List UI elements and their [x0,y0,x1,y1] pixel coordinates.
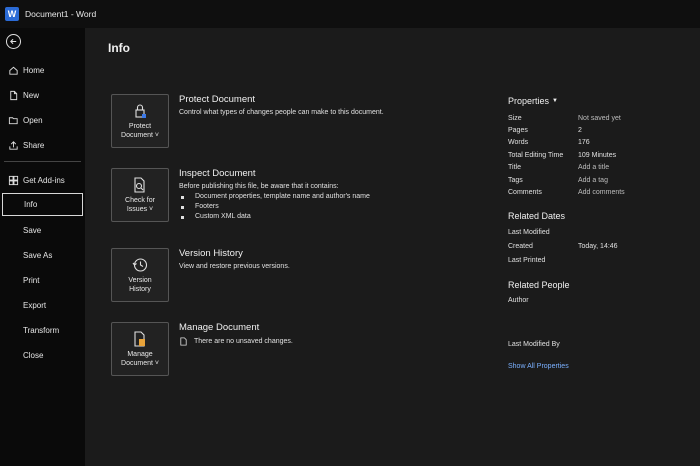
section-description: There are no unsaved changes. [194,338,293,345]
sidebar-item-label: Home [23,65,45,75]
manage-document-button[interactable]: Manage Document ˅ [111,322,169,376]
home-icon [7,64,19,76]
tile-label-line1: Check for [125,197,155,204]
property-key: Total Editing Time [508,152,564,159]
inspect-bullet-list: Document properties, template name and a… [179,193,459,220]
property-key: Title [508,164,521,171]
property-key: Last Modified [508,229,550,236]
sidebar-item-label: New [23,90,40,100]
sidebar-item-label: Save As [23,250,53,260]
property-key: Words [508,139,529,146]
sidebar-item-save[interactable]: Save [0,219,85,241]
section-text: Version History View and restore previou… [179,248,459,270]
title-bar: W Document1 - Word [0,0,700,28]
add-title-field[interactable]: Add a title [578,164,609,171]
properties-heading: Properties [508,96,550,106]
property-key: Pages [508,127,528,134]
protect-document-button[interactable]: Protect Document ˅ [111,94,169,148]
properties-panel: Properties ▼ Size Not saved yet Pages 2 … [508,96,688,370]
sidebar-item-info[interactable]: Info [2,193,83,216]
sidebar-item-label: Open [23,115,43,125]
property-key: Last Modified By [508,341,560,348]
tile-label-line2: Document ˅ [121,360,159,367]
section-title: Version History [179,248,243,259]
sidebar-item-label: Get Add-ins [23,175,65,185]
sidebar-item-print[interactable]: Print [0,269,85,291]
lock-document-icon [131,102,149,120]
section-title: Manage Document [179,322,260,333]
sidebar-item-label: Info [24,200,38,209]
tile-label-line1: Protect [128,123,152,130]
list-item: Footers [179,203,459,210]
list-item: Document properties, template name and a… [179,193,459,200]
properties-dropdown[interactable]: Properties ▼ [508,96,688,106]
property-value: 109 Minutes [578,152,617,159]
section-description: Control what types of changes people can… [179,109,384,116]
section-title: Inspect Document [179,168,256,179]
sidebar-item-new[interactable]: New [0,84,85,106]
sidebar-item-get-addins[interactable]: Get Add-ins [0,169,85,191]
section-description: Before publishing this file, be aware th… [179,183,339,190]
sidebar-item-close[interactable]: Close [0,344,85,366]
section-text: Protect Document Control what types of c… [179,94,459,116]
property-value: 2 [578,127,582,134]
tile-label-line1: Manage [127,351,153,358]
section-title: Protect Document [179,94,256,105]
sidebar-item-share[interactable]: Share [0,134,85,156]
sidebar-item-open[interactable]: Open [0,109,85,131]
section-text: Manage Document There are no unsaved cha… [179,322,459,346]
word-logo-icon: W [5,7,19,21]
property-key: Author [508,297,529,304]
property-key: Comments [508,189,542,196]
unsaved-changes-line: There are no unsaved changes. [179,337,459,346]
sidebar-item-export[interactable]: Export [0,294,85,316]
property-value: Today, 14:46 [578,243,618,250]
sidebar-item-label: Export [23,300,47,310]
tile-label-line2: History [129,286,151,293]
chevron-down-icon: ▼ [552,98,558,104]
sidebar-item-transform[interactable]: Transform [0,319,85,341]
add-comments-field[interactable]: Add comments [578,189,625,196]
page-title: Info [108,41,130,55]
show-all-properties-link[interactable]: Show All Properties [508,363,569,370]
arrow-left-icon [10,38,17,45]
property-value: Not saved yet [578,115,621,122]
document-icon [180,337,187,346]
property-value: 176 [578,139,590,146]
tile-label-line2: Document ˅ [121,132,159,139]
back-button[interactable] [6,34,21,49]
add-tag-field[interactable]: Add a tag [578,177,608,184]
property-key: Created [508,243,533,250]
section-text: Inspect Document Before publishing this … [179,168,459,220]
info-pane: Info Protect Document ˅ Protect Document… [85,28,700,466]
new-document-icon [7,89,19,101]
sidebar-item-home[interactable]: Home [0,59,85,81]
history-clock-icon [131,256,149,274]
section-description: View and restore previous versions. [179,263,290,270]
manage-document-icon [131,330,149,348]
property-key: Tags [508,177,523,184]
addins-grid-icon [7,174,19,186]
sidebar-item-save-as[interactable]: Save As [0,244,85,266]
version-history-button[interactable]: Version History [111,248,169,302]
share-icon [7,139,19,151]
check-for-issues-button[interactable]: Check for Issues ˅ [111,168,169,222]
window-title: Document1 - Word [25,9,97,19]
sidebar-item-label: Close [23,350,44,360]
inspect-document-icon [131,176,149,194]
sidebar-item-label: Share [23,140,45,150]
tile-label-line1: Version [128,277,152,284]
sidebar-item-label: Save [23,225,42,235]
sidebar-item-label: Print [23,275,40,285]
property-key: Last Printed [508,257,546,264]
list-item: Custom XML data [179,213,459,220]
sidebar-divider [4,161,81,162]
related-dates-heading: Related Dates [508,211,566,221]
tile-label-line2: Issues ˅ [126,206,154,213]
property-key: Size [508,115,522,122]
related-people-heading: Related People [508,280,570,290]
folder-open-icon [7,114,19,126]
sidebar-item-label: Transform [23,325,60,335]
backstage-sidebar: Home New Open Share Get Add-ins Info Sav… [0,28,85,466]
